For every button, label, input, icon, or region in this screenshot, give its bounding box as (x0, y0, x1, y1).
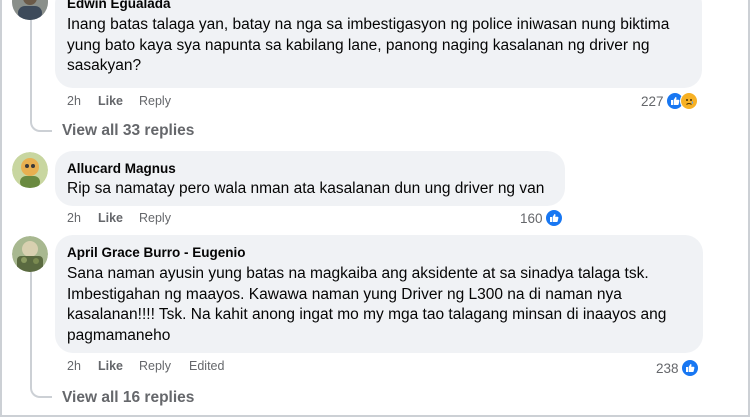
thread-line (30, 20, 32, 116)
comment-text: Inang batas talaga yan, batay na nga sa … (67, 16, 670, 74)
comment-text: Rip sa namatay pero wala nman ata kasala… (67, 180, 545, 197)
like-button[interactable]: Like (98, 359, 123, 373)
comment-author[interactable]: Edwin Egualada (67, 0, 171, 11)
view-replies-link[interactable]: View all 16 replies (62, 389, 194, 407)
thread-curve (30, 114, 52, 132)
reaction-summary[interactable]: 238 (656, 359, 699, 377)
reaction-count: 227 (641, 93, 664, 109)
comment-time[interactable]: 2h (67, 94, 81, 108)
reply-button[interactable]: Reply (139, 211, 171, 225)
like-button[interactable]: Like (98, 211, 123, 225)
comment-time[interactable]: 2h (67, 211, 81, 225)
reaction-summary[interactable]: 160 (520, 209, 563, 227)
reaction-count: 160 (520, 210, 543, 226)
like-icon (544, 209, 563, 227)
comment-author[interactable]: Allucard Magnus (67, 161, 176, 176)
avatar[interactable] (12, 152, 48, 188)
comment-time[interactable]: 2h (67, 359, 81, 373)
sad-icon (679, 92, 698, 110)
frame-left-border (0, 0, 2, 417)
reply-button[interactable]: Reply (139, 94, 171, 108)
view-replies-link[interactable]: View all 33 replies (62, 122, 194, 140)
avatar[interactable] (12, 0, 48, 20)
like-button[interactable]: Like (98, 94, 123, 108)
avatar[interactable] (12, 236, 48, 272)
comment-author[interactable]: April Grace Burro - Eugenio (67, 245, 246, 260)
thread-line (30, 272, 32, 382)
thread-curve (30, 380, 52, 398)
comment-text: Sana naman ayusin yung batas na magkaiba… (67, 265, 667, 344)
reaction-count: 238 (656, 360, 679, 376)
like-icon (680, 359, 699, 377)
reaction-summary[interactable]: 227 (641, 92, 698, 110)
edited-label: Edited (189, 359, 225, 373)
reply-button[interactable]: Reply (139, 359, 171, 373)
